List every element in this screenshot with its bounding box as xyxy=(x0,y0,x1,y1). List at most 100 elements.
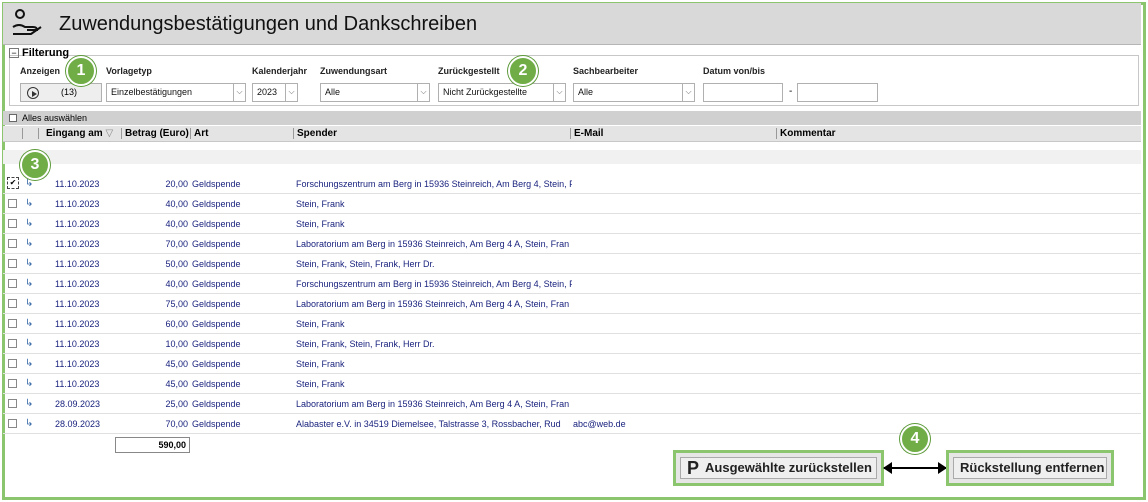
zurueckgestellt-select[interactable]: Nicht Zurückgestellte ⌵ xyxy=(438,83,566,102)
cell-amount: 40,00 xyxy=(165,219,188,229)
table-row[interactable]: ↳ 11.10.2023 50,00 Geldspende Stein, Frank, … xyxy=(3,254,1141,274)
chevron-down-icon[interactable]: ⌵ xyxy=(233,84,245,101)
cell-spender: Stein, Frank, Stein, Frank, Herr Dr. xyxy=(296,259,435,269)
zurueckgestellt-value: Nicht Zurückgestellte xyxy=(443,87,528,97)
row-checkbox[interactable] xyxy=(8,399,17,408)
label-zuwendungsart: Zuwendungsart xyxy=(320,66,387,76)
row-checkbox[interactable] xyxy=(8,259,17,268)
row-checkbox[interactable] xyxy=(8,379,17,388)
rueckstellung-entfernen-label: Rückstellung entfernen xyxy=(953,457,1107,479)
col-art[interactable]: Art xyxy=(190,128,208,139)
cell-art: Geldspende xyxy=(192,219,241,229)
col-email[interactable]: E-Mail xyxy=(570,128,603,139)
column-separator xyxy=(22,128,23,139)
cell-amount: 40,00 xyxy=(165,199,188,209)
cell-art: Geldspende xyxy=(192,319,241,329)
cell-amount: 45,00 xyxy=(165,359,188,369)
table-row[interactable]: ↳ 11.10.2023 40,00 Geldspende Stein, Frank xyxy=(3,214,1141,234)
return-arrow-icon: ↳ xyxy=(25,418,34,429)
zuwendungsart-select[interactable]: Alle ⌵ xyxy=(320,83,430,102)
row-checkbox[interactable] xyxy=(8,199,17,208)
table-row[interactable]: ↳ 11.10.2023 45,00 Geldspende Stein, Frank xyxy=(3,354,1141,374)
col-eingang[interactable]: Eingang am ▽ xyxy=(43,128,113,139)
page-title: Zuwendungsbestätigungen und Dankschreibe… xyxy=(59,13,478,35)
row-checkbox[interactable] xyxy=(8,339,17,348)
column-separator xyxy=(38,128,39,139)
table-row[interactable]: ↳ 11.10.2023 40,00 Geldspende Forschungszent… xyxy=(3,274,1141,294)
zurueckstellen-button[interactable]: P Ausgewählte zurückstellen xyxy=(673,450,884,486)
cell-date: 28.09.2023 xyxy=(55,399,101,409)
table-row[interactable]: ✔ ↳ 11.10.2023 20,00 Geldspende Forschungszen… xyxy=(3,174,1141,194)
table-header: Eingang am ▽ Betrag (Euro) Art Spender E… xyxy=(3,126,1141,142)
table-row[interactable]: ↳ 11.10.2023 70,00 Geldspende Laboratorium a… xyxy=(3,234,1141,254)
row-checkbox[interactable] xyxy=(8,319,17,328)
cell-date: 11.10.2023 xyxy=(55,379,100,389)
cell-art: Geldspende xyxy=(192,279,241,289)
col-kommentar[interactable]: Kommentar xyxy=(776,128,836,139)
cell-spender: Alabaster e.V. in 34519 Diemelsee, Talst… xyxy=(296,419,561,429)
row-checkbox[interactable] xyxy=(8,219,17,228)
label-zurueckgestellt: Zurückgestellt xyxy=(438,66,500,76)
cell-art: Geldspende xyxy=(192,179,241,189)
chevron-down-icon[interactable]: ⌵ xyxy=(417,84,429,101)
cell-spender: Stein, Frank xyxy=(296,219,345,229)
step-badge-1: 1 xyxy=(66,56,96,86)
filter-legend[interactable]: − Filterung xyxy=(9,47,69,59)
cell-spender: Laboratorium am Berg in 15936 Steinreich… xyxy=(296,299,570,309)
cell-amount: 50,00 xyxy=(165,259,188,269)
cell-art: Geldspende xyxy=(192,259,241,269)
cell-spender: Laboratorium am Berg in 15936 Steinreich… xyxy=(296,239,570,249)
donation-table-body: ✔ ↳ 11.10.2023 20,00 Geldspende Forschungszen… xyxy=(3,174,1141,434)
zuwendungsart-value: Alle xyxy=(325,87,341,97)
cell-date: 11.10.2023 xyxy=(55,359,100,369)
table-row[interactable]: ↳ 11.10.2023 60,00 Geldspende Stein, Frank xyxy=(3,314,1141,334)
show-count: (13) xyxy=(61,87,78,97)
col-spender[interactable]: Spender xyxy=(293,128,337,139)
row-checkbox[interactable] xyxy=(8,299,17,308)
col-betrag[interactable]: Betrag (Euro) xyxy=(121,128,189,139)
park-icon: P xyxy=(687,458,700,478)
column-filter-row[interactable] xyxy=(3,150,1141,164)
cell-amount: 25,00 xyxy=(165,399,188,409)
rueckstellung-entfernen-button[interactable]: Rückstellung entfernen xyxy=(946,450,1114,486)
cell-art: Geldspende xyxy=(192,419,241,429)
table-row[interactable]: ↳ 11.10.2023 75,00 Geldspende Laboratorium a… xyxy=(3,294,1141,314)
chevron-down-icon[interactable]: ⌵ xyxy=(553,84,565,101)
table-row[interactable]: ↳ 11.10.2023 10,00 Geldspende Stein, Frank, … xyxy=(3,334,1141,354)
row-checkbox[interactable] xyxy=(8,359,17,368)
show-button[interactable]: (13) xyxy=(20,83,102,102)
row-checkbox[interactable] xyxy=(8,279,17,288)
sort-filter-icon[interactable]: ▽ xyxy=(105,128,113,139)
cell-date: 11.10.2023 xyxy=(55,299,100,309)
play-icon xyxy=(27,87,39,99)
cell-date: 11.10.2023 xyxy=(55,319,100,329)
cell-art: Geldspende xyxy=(192,359,241,369)
sachbearbeiter-value: Alle xyxy=(578,87,594,97)
select-all-bar: Alles auswählen xyxy=(3,111,1141,125)
return-arrow-icon: ↳ xyxy=(25,278,34,289)
kalenderjahr-select[interactable]: 2023 ⌵ xyxy=(252,83,298,102)
datum-von-input[interactable] xyxy=(703,83,783,102)
chevron-down-icon[interactable]: ⌵ xyxy=(682,84,694,101)
datum-bis-input[interactable] xyxy=(797,83,878,102)
select-all-checkbox[interactable] xyxy=(9,114,17,122)
table-row[interactable]: ↳ 11.10.2023 45,00 Geldspende Stein, Frank xyxy=(3,374,1141,394)
return-arrow-icon: ↳ xyxy=(25,218,34,229)
table-row[interactable]: ↳ 28.09.2023 70,00 Geldspende Alabaster e.V.… xyxy=(3,414,1141,434)
cell-date: 28.09.2023 xyxy=(55,419,101,429)
table-row[interactable]: ↳ 11.10.2023 40,00 Geldspende Stein, Frank xyxy=(3,194,1141,214)
collapse-icon[interactable]: − xyxy=(9,48,19,58)
chevron-down-icon[interactable]: ⌵ xyxy=(285,84,297,101)
kalenderjahr-value: 2023 xyxy=(257,87,278,97)
row-checkbox[interactable]: ✔ xyxy=(7,177,19,189)
return-arrow-icon: ↳ xyxy=(25,398,34,409)
sachbearbeiter-select[interactable]: Alle ⌵ xyxy=(573,83,695,102)
sum-total: 590,00 xyxy=(115,437,190,453)
row-checkbox[interactable] xyxy=(8,419,17,428)
row-checkbox[interactable] xyxy=(8,239,17,248)
vorlagetyp-select[interactable]: Einzelbestätigungen ⌵ xyxy=(106,83,246,102)
cell-amount: 20,00 xyxy=(165,179,188,189)
table-row[interactable]: ↳ 28.09.2023 25,00 Geldspende Laboratorium a… xyxy=(3,394,1141,414)
cell-email: abc@web.de xyxy=(573,419,626,429)
cell-art: Geldspende xyxy=(192,239,241,249)
